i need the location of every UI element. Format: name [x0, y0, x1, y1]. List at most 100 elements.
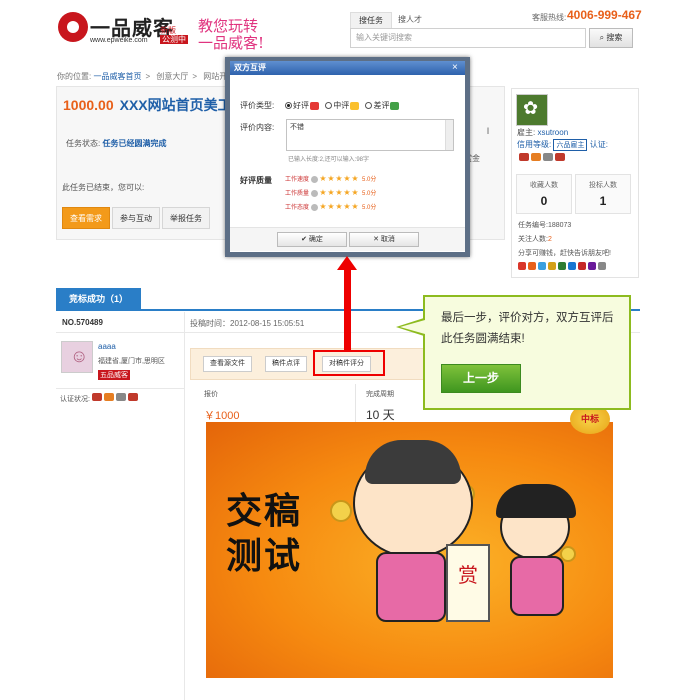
reset-circle-icon[interactable]: [310, 189, 318, 197]
douban-icon[interactable]: [558, 262, 566, 270]
tencent-icon[interactable]: [538, 262, 546, 270]
option-neutral-label: 中评: [333, 101, 350, 110]
view-source-button[interactable]: 查看源文件: [203, 356, 252, 372]
bidder-id-icon: [91, 393, 102, 401]
renren-icon[interactable]: [568, 262, 576, 270]
task-status-value: 任务已经圆满完成: [102, 139, 167, 148]
rating-attitude-stars[interactable]: ★★★★★: [319, 203, 359, 211]
owner-verify-icons: [519, 153, 567, 163]
bidder-name[interactable]: aaaa: [98, 342, 116, 351]
breadcrumb-prefix: 你的位置:: [57, 72, 92, 81]
logo-mark-icon: [58, 12, 88, 42]
task-tabs: 查看需求 参与互动 举报任务: [62, 207, 212, 229]
bid-number: NO.570489: [62, 318, 103, 327]
task-title-text[interactable]: XXX网站首页美工: [120, 97, 232, 113]
stat-favorites-label: 收藏人数: [530, 182, 558, 189]
good-face-icon: [310, 101, 319, 110]
previous-step-button[interactable]: 上一步: [441, 364, 521, 393]
search-input[interactable]: 输入关键词搜索: [350, 28, 586, 48]
bid-column-divider: [184, 312, 185, 700]
star-icon[interactable]: ★: [343, 189, 351, 197]
review-length-hint: 已输入长度:2,还可以输入:98字: [288, 157, 370, 163]
stat-bidders-value: 1: [599, 194, 607, 208]
slogan-line2: 一品威客!: [198, 34, 265, 52]
star-icon[interactable]: ★: [327, 203, 335, 211]
stat-bidders: 投标人数 1: [575, 174, 631, 214]
tab-search-task[interactable]: 搜任务: [350, 12, 392, 28]
radio-good[interactable]: [285, 102, 292, 110]
cancel-button[interactable]: ✕ 取消: [349, 232, 419, 247]
rating-quality-stars[interactable]: ★★★★★: [319, 189, 359, 197]
price-cycle-divider: [355, 384, 356, 422]
star-icon[interactable]: ★: [335, 203, 343, 211]
star-icon[interactable]: ★: [343, 203, 351, 211]
image-caption: 交稿测试: [226, 489, 316, 579]
star-icon[interactable]: ★: [343, 175, 351, 183]
radio-bad[interactable]: [365, 102, 373, 110]
star-icon[interactable]: ★: [327, 175, 335, 183]
star-icon[interactable]: ★: [319, 203, 327, 211]
rating-attitude-label: 工作态度: [285, 205, 310, 211]
more-share-icon[interactable]: [598, 262, 606, 270]
tab-search-talent[interactable]: 搜人才: [390, 12, 430, 28]
tab-interact[interactable]: 参与互动: [112, 207, 160, 229]
cycle-label: 完成周期: [366, 391, 394, 398]
netease-icon[interactable]: [578, 262, 586, 270]
breadcrumb-item-home[interactable]: 一品威客首页: [93, 72, 141, 81]
logo-badge-top: 新版: [160, 26, 176, 35]
baidu-icon[interactable]: [588, 262, 596, 270]
bidder-email-icon: [127, 393, 138, 401]
reset-circle-icon[interactable]: [310, 175, 318, 183]
bidder-avatar[interactable]: [61, 341, 93, 373]
star-icon[interactable]: ★: [335, 189, 343, 197]
close-icon[interactable]: ×: [452, 61, 458, 75]
rating-speed-stars[interactable]: ★★★★★: [319, 175, 359, 183]
tab-view-requirements[interactable]: 查看需求: [62, 207, 110, 229]
breadcrumb-item-hall[interactable]: 创意大厅: [156, 72, 188, 81]
option-bad-label: 差评: [373, 101, 390, 110]
girl-mascot-hair: [496, 484, 576, 518]
tab-report-task[interactable]: 举报任务: [162, 207, 210, 229]
confirm-button[interactable]: ✔ 确定: [277, 232, 347, 247]
cancel-x-icon: ✕: [373, 236, 379, 243]
neutral-face-icon: [350, 101, 360, 110]
search-button[interactable]: ⌕ 搜索: [589, 28, 633, 48]
rating-row-quality: 工作质量 ★★★★★ 5.0分: [285, 188, 376, 198]
weibo-icon[interactable]: [518, 262, 526, 270]
tab-bid-success[interactable]: 竞标成功（1）: [56, 288, 141, 310]
kaixin-icon[interactable]: [548, 262, 556, 270]
task-number-label: 任务编号:: [518, 222, 548, 229]
bidder-phone-icon: [115, 393, 126, 401]
callout-tail-inner: [400, 320, 425, 334]
dialog-footer: [230, 227, 465, 251]
star-icon[interactable]: ★: [351, 175, 359, 183]
option-neutral[interactable]: 中评: [325, 101, 360, 110]
star-icon[interactable]: ★: [319, 189, 327, 197]
bidder-bank-icon: [103, 393, 114, 401]
task-status: 任务状态: 任务已经圆满完成: [66, 138, 166, 149]
option-bad[interactable]: 差评: [365, 101, 400, 110]
star-icon[interactable]: ★: [327, 189, 335, 197]
logo-badge-bottom: 公测中: [160, 35, 188, 44]
owner-name-link[interactable]: xsutroon: [537, 128, 568, 137]
option-good[interactable]: 好评: [285, 101, 319, 110]
review-button[interactable]: 稿件点评: [265, 356, 307, 372]
radio-neutral[interactable]: [325, 102, 333, 110]
textarea-scrollbar[interactable]: [445, 120, 453, 150]
image-caption-text: 交稿测试: [226, 490, 303, 577]
star-icon[interactable]: ★: [351, 189, 359, 197]
share-icons: [518, 262, 608, 272]
breadcrumb: 你的位置: 一品威客首页 > 创意大厅 > 网站开发: [57, 72, 236, 81]
review-content-textarea[interactable]: 不错: [286, 119, 454, 151]
share-text: 分享可赚钱，赶快告诉朋友吧!: [518, 250, 611, 257]
stat-bidders-label: 投标人数: [589, 182, 617, 189]
hotline-number: 4006-999-467: [567, 8, 642, 22]
qzone-icon[interactable]: [528, 262, 536, 270]
cancel-label: 取消: [380, 236, 395, 243]
reset-circle-icon[interactable]: [310, 203, 318, 211]
rate-work-highlight: [313, 350, 385, 376]
owner-avatar[interactable]: [516, 94, 548, 126]
star-icon[interactable]: ★: [319, 175, 327, 183]
star-icon[interactable]: ★: [335, 175, 343, 183]
star-icon[interactable]: ★: [351, 203, 359, 211]
